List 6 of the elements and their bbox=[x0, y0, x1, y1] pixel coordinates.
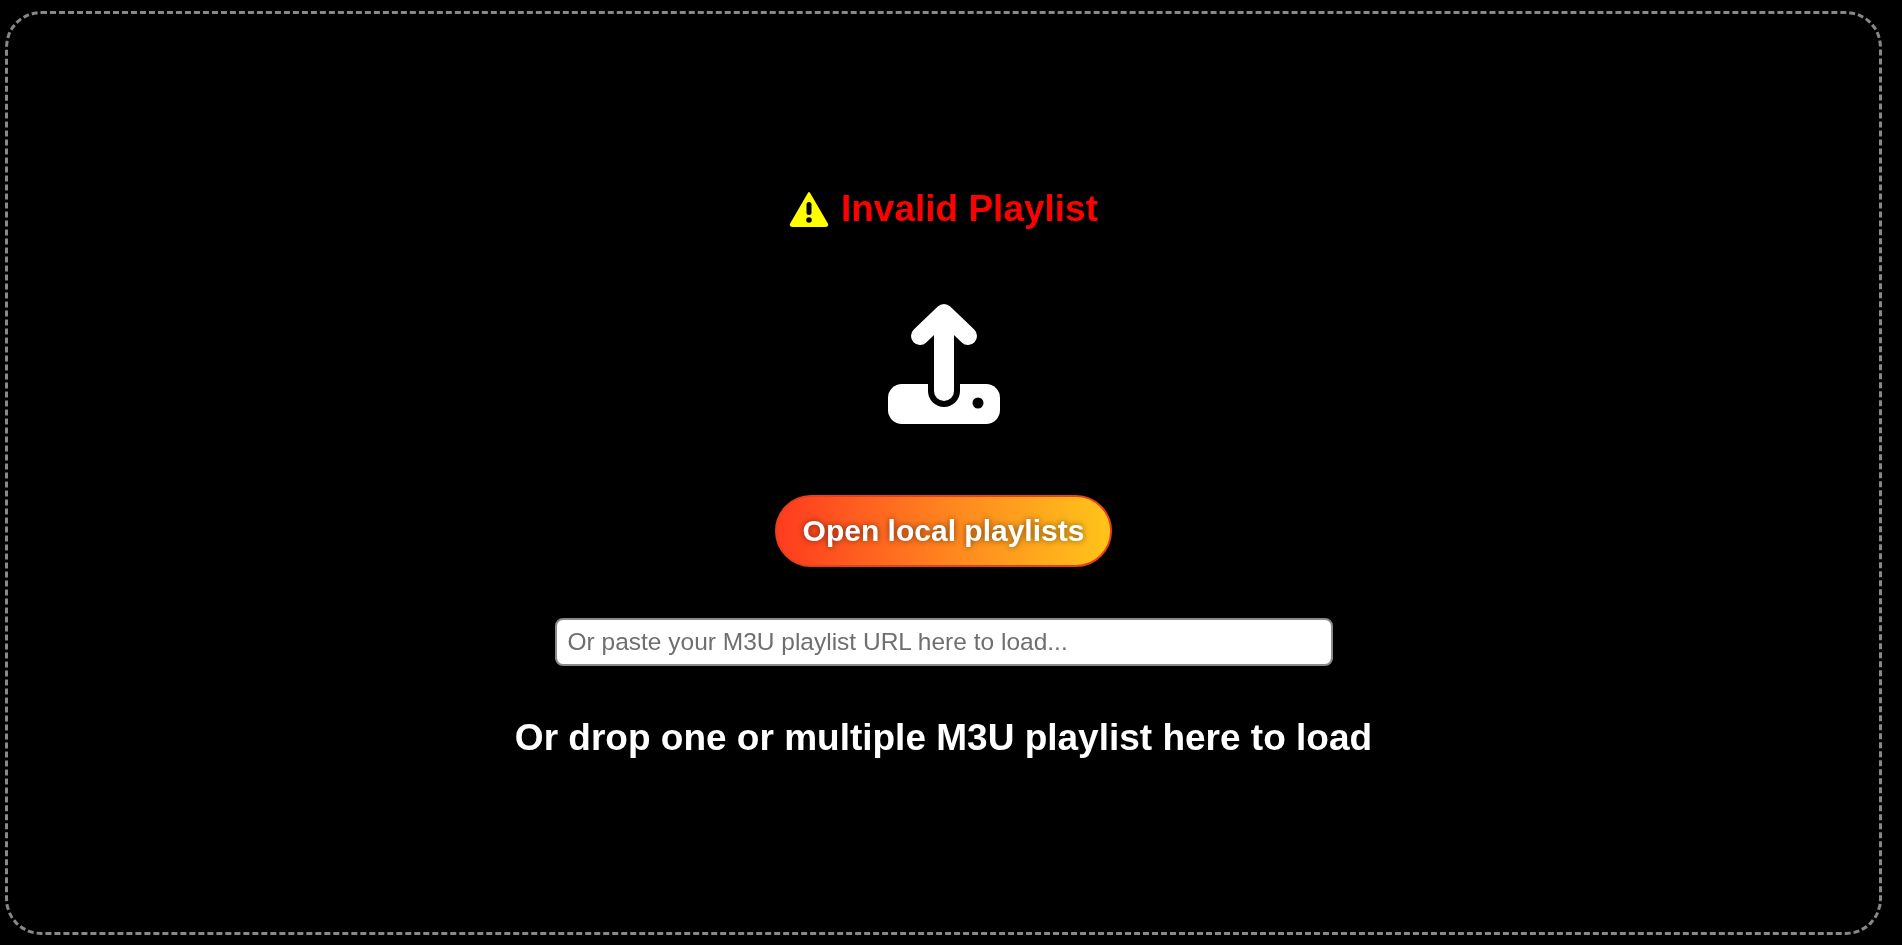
open-playlists-button[interactable]: Open local playlists bbox=[774, 494, 1113, 567]
url-input-field[interactable]: Or paste your M3U playlist URL here to load... bbox=[554, 617, 1333, 666]
error-message: Invalid Playlist bbox=[840, 186, 1099, 231]
warning-icon bbox=[788, 190, 829, 227]
upload-icon bbox=[887, 302, 1000, 424]
drop-hint: Or drop one or multiple M3U playlist here to load bbox=[514, 715, 1373, 760]
